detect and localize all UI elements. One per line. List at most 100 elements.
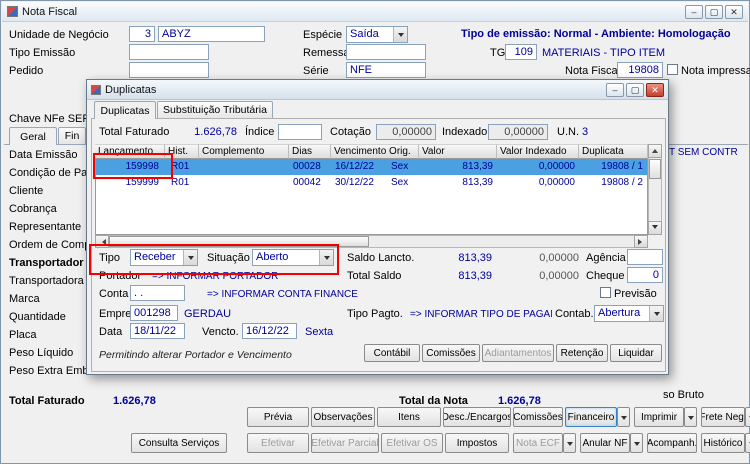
conta-field[interactable]: . . — [130, 285, 185, 301]
consulta-servicos-button[interactable]: Consulta Serviços — [131, 433, 227, 453]
anular-nf-dropdown[interactable] — [630, 433, 643, 453]
financeiro-dropdown[interactable] — [617, 407, 630, 427]
nota-ecf-button[interactable]: Nota ECF — [513, 433, 563, 453]
maximize-icon[interactable]: ▢ — [705, 5, 723, 19]
contab-select[interactable]: Abertura — [594, 305, 664, 322]
col-complemento[interactable]: Complemento — [199, 144, 289, 159]
cheque-field[interactable]: 0 — [627, 267, 663, 283]
horizontal-scroll-thumb[interactable] — [109, 236, 369, 247]
close-icon[interactable]: ✕ — [725, 5, 743, 19]
agencia-field[interactable] — [627, 249, 663, 265]
efetivar-parcial-button[interactable]: Efetivar Parcial — [311, 433, 379, 453]
minimize-icon[interactable]: – — [685, 5, 703, 19]
cell-dias[interactable]: 00042 — [289, 175, 331, 191]
chevron-down-icon[interactable] — [649, 306, 663, 321]
nota-fiscal-field[interactable]: 19808 — [617, 62, 663, 78]
dialog-tab-substituicao[interactable]: Substituição Tributária — [157, 101, 273, 118]
cell-lancamento[interactable]: 159998 — [95, 159, 163, 175]
dialog-tab-duplicatas[interactable]: Duplicatas — [94, 101, 156, 119]
acompanh-button[interactable]: Acompanh. — [647, 433, 697, 453]
vencto-field[interactable]: 16/12/22 — [242, 323, 297, 339]
pedido-field[interactable] — [129, 62, 209, 78]
cell-complemento[interactable] — [199, 159, 289, 175]
previa-button[interactable]: Prévia — [247, 407, 309, 427]
scroll-left-icon[interactable] — [95, 235, 109, 248]
tipo-emissao-field[interactable] — [129, 44, 209, 60]
comissoes-dialog-button[interactable]: Comissões — [422, 344, 480, 362]
cell-hist[interactable]: R01 — [167, 175, 199, 191]
observacoes-button[interactable]: Observações — [311, 407, 375, 427]
especie-select[interactable]: Saída — [346, 26, 408, 43]
vertical-scroll-thumb[interactable] — [649, 159, 661, 179]
cell-hist[interactable]: R01 — [167, 159, 199, 175]
scroll-down-icon[interactable] — [648, 221, 662, 235]
indice-field[interactable] — [278, 124, 322, 140]
remessa-field[interactable] — [346, 44, 426, 60]
previsao-checkbox[interactable] — [600, 287, 611, 298]
dialog-minimize-icon[interactable]: – — [606, 83, 624, 97]
retencao-button[interactable]: Retenção — [556, 344, 608, 362]
tg-field[interactable]: 109 — [505, 44, 537, 60]
unidade-code-field[interactable]: 3 — [129, 26, 155, 42]
col-duplicata[interactable]: Duplicata — [579, 144, 648, 159]
serie-field[interactable]: NFE — [346, 62, 426, 78]
tipo-select[interactable]: Receber — [130, 249, 198, 266]
desc-encargos-button[interactable]: Desc./Encargos — [443, 407, 511, 427]
imprimir-dropdown[interactable] — [684, 407, 697, 427]
frete-neg-button[interactable]: Frete Neg. — [701, 407, 745, 427]
impostos-button[interactable]: Impostos — [445, 433, 509, 453]
portador-value[interactable]: => INFORMAR PORTADOR — [152, 271, 278, 282]
chevron-down-icon[interactable] — [319, 250, 333, 265]
chevron-down-icon[interactable] — [183, 250, 197, 265]
adiantamentos-button[interactable]: Adiantamentos — [482, 344, 554, 362]
itens-button[interactable]: Itens — [377, 407, 441, 427]
nota-ecf-dropdown[interactable] — [563, 433, 576, 453]
unidade-name-field[interactable]: ABYZ — [158, 26, 265, 42]
data-field[interactable]: 18/11/22 — [130, 323, 185, 339]
cell-lancamento[interactable]: 159999 — [95, 175, 163, 191]
nota-impressa-checkbox[interactable] — [667, 64, 678, 75]
left-label-peso-liquido: Peso Líquido — [9, 347, 73, 359]
col-hist[interactable]: Hist. — [165, 144, 199, 159]
efetivar-os-button[interactable]: Efetivar OS — [381, 433, 443, 453]
cell-dia-semana[interactable]: Sex — [387, 175, 419, 191]
col-dias[interactable]: Dias — [289, 144, 331, 159]
tab-financeiro[interactable]: Fin — [58, 127, 86, 144]
cell-dia-semana[interactable]: Sex — [387, 159, 419, 175]
cell-valor[interactable]: 813,39 — [419, 175, 497, 191]
situacao-select[interactable]: Aberto — [252, 249, 334, 266]
cell-duplicata[interactable]: 19808 / 2 — [579, 175, 647, 191]
frete-neg-dropdown[interactable] — [745, 407, 750, 427]
col-valor-indexado[interactable]: Valor Indexado — [497, 144, 579, 159]
col-vencimento[interactable]: Vencimento Orig. — [331, 144, 419, 159]
col-lancamento[interactable]: Lançamento — [95, 144, 165, 159]
dialog-close-icon[interactable]: ✕ — [646, 83, 664, 97]
conta-info[interactable]: => INFORMAR CONTA FINANCE — [207, 289, 358, 300]
cell-dias[interactable]: 00028 — [289, 159, 331, 175]
efetivar-button[interactable]: Efetivar — [247, 433, 309, 453]
tipo-pagto-value[interactable]: => INFORMAR TIPO DE PAGAM — [410, 309, 552, 320]
col-valor[interactable]: Valor — [419, 144, 497, 159]
cell-duplicata[interactable]: 19808 / 1 — [579, 159, 647, 175]
dialog-maximize-icon[interactable]: ▢ — [626, 83, 644, 97]
financeiro-button[interactable]: Financeiro — [565, 407, 617, 427]
chevron-down-icon[interactable] — [393, 27, 407, 42]
cell-complemento[interactable] — [199, 175, 289, 191]
cell-valor-indexado[interactable]: 0,00000 — [497, 175, 579, 191]
historico-button[interactable]: Histórico — [701, 433, 745, 453]
cell-vencimento[interactable]: 16/12/22 — [331, 159, 383, 175]
cell-valor-indexado[interactable]: 0,00000 — [497, 159, 579, 175]
imprimir-button[interactable]: Imprimir — [634, 407, 684, 427]
empresa-field[interactable]: 001298 — [130, 305, 178, 321]
historico-dropdown[interactable] — [745, 433, 750, 453]
cell-valor[interactable]: 813,39 — [419, 159, 497, 175]
comissoes-button[interactable]: Comissões — [513, 407, 563, 427]
scroll-right-icon[interactable] — [634, 235, 648, 248]
cell-vencimento[interactable]: 30/12/22 — [331, 175, 383, 191]
tab-geral[interactable]: Geral — [9, 127, 57, 145]
anular-nf-button[interactable]: Anular NF — [580, 433, 630, 453]
liquidar-button[interactable]: Liquidar — [610, 344, 662, 362]
contabil-button[interactable]: Contábil — [364, 344, 420, 362]
dialog-titlebar: Duplicatas – ▢ ✕ — [87, 80, 668, 100]
scroll-up-icon[interactable] — [648, 144, 662, 158]
